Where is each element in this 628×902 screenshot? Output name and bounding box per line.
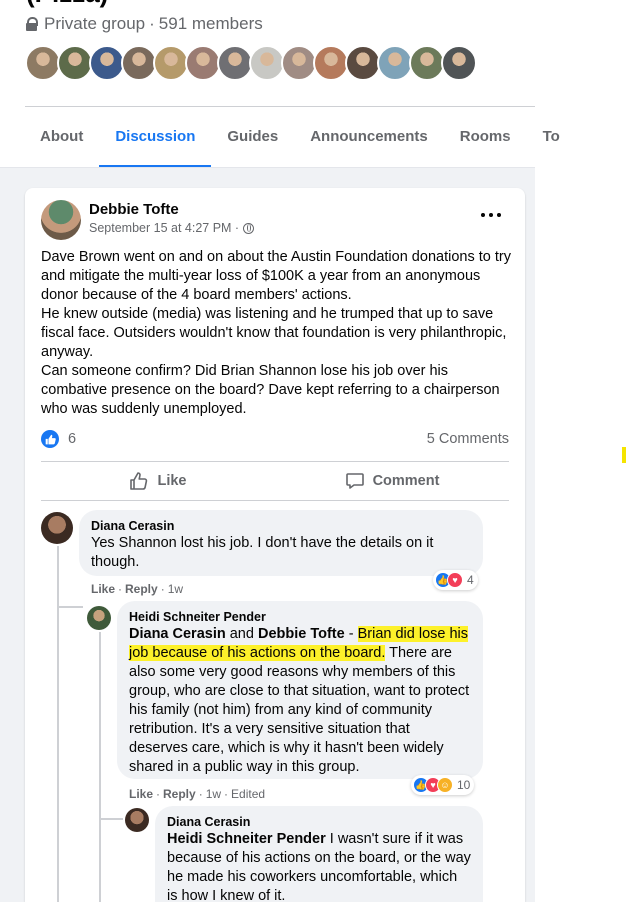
comment-button[interactable]: Comment bbox=[275, 462, 509, 500]
member-avatar[interactable] bbox=[409, 45, 445, 81]
reply-bubble: Heidi Schneiter Pender Diana Cerasin and… bbox=[117, 601, 483, 779]
comment-label: Comment bbox=[372, 473, 440, 489]
post-card: Debbie Tofte September 15 at 4:27 PM · D… bbox=[25, 188, 525, 902]
comment-like-button[interactable]: Like bbox=[91, 582, 115, 596]
lock-icon bbox=[26, 17, 38, 31]
comment-author[interactable]: Diana Cerasin bbox=[91, 518, 471, 534]
comment-icon bbox=[345, 473, 364, 489]
tab-guides[interactable]: Guides bbox=[211, 107, 294, 167]
tab-discussion[interactable]: Discussion bbox=[99, 107, 212, 168]
member-avatar[interactable] bbox=[441, 45, 477, 81]
member-avatar[interactable] bbox=[377, 45, 413, 81]
comment-actions: Like · Reply · 1w bbox=[91, 582, 183, 596]
tabs-overflow-fade bbox=[505, 107, 535, 167]
member-avatar[interactable] bbox=[345, 45, 381, 81]
mention-heidi[interactable]: Heidi Schneiter Pender bbox=[167, 831, 326, 847]
comment-bubble: Diana Cerasin Yes Shannon lost his job. … bbox=[79, 510, 483, 576]
separator: · bbox=[118, 582, 123, 596]
mention-diana[interactable]: Diana Cerasin bbox=[129, 626, 226, 642]
actions-divider bbox=[41, 500, 509, 501]
like-label: Like bbox=[157, 473, 187, 489]
comment-reactions[interactable]: 👍 ♥ 4 bbox=[433, 570, 478, 590]
joiner-text: and bbox=[225, 626, 258, 642]
like-reaction-icon[interactable] bbox=[41, 430, 59, 448]
member-avatar[interactable] bbox=[313, 45, 349, 81]
separator: · bbox=[156, 787, 161, 801]
member-avatar[interactable] bbox=[89, 45, 125, 81]
separator: · bbox=[160, 582, 165, 596]
post-author[interactable]: Debbie Tofte bbox=[89, 201, 179, 218]
comment-reply-button[interactable]: Reply bbox=[125, 582, 158, 596]
more-options-icon[interactable] bbox=[481, 205, 501, 225]
post-timestamp[interactable]: September 15 at 4:27 PM · bbox=[89, 221, 255, 235]
separator: · bbox=[224, 787, 229, 801]
comment-age[interactable]: 1w bbox=[168, 582, 183, 596]
like-button[interactable]: Like bbox=[41, 462, 275, 500]
reply-author[interactable]: Heidi Schneiter Pender bbox=[129, 609, 471, 625]
love-reaction-icon: ♥ bbox=[447, 572, 463, 588]
reply-author-avatar[interactable] bbox=[87, 606, 111, 630]
member-avatar[interactable] bbox=[57, 45, 93, 81]
member-count[interactable]: 591 members bbox=[159, 14, 263, 34]
member-avatar[interactable] bbox=[185, 45, 221, 81]
group-header: (Pizza) Private group · 591 members Abou… bbox=[0, 0, 560, 168]
reply-age[interactable]: 1w bbox=[206, 787, 221, 801]
member-avatar[interactable] bbox=[249, 45, 285, 81]
member-avatar[interactable] bbox=[217, 45, 253, 81]
edited-label: Edited bbox=[231, 787, 266, 801]
post-author-avatar[interactable] bbox=[41, 200, 81, 240]
meta-separator: · bbox=[149, 14, 155, 33]
thumbs-up-icon bbox=[130, 472, 148, 490]
reaction-count: 10 bbox=[457, 778, 471, 792]
nested-reply-author[interactable]: Diana Cerasin bbox=[167, 814, 471, 830]
highlighted-text-continued: job because of his actions on the board. bbox=[129, 645, 386, 661]
care-reaction-icon: ☺ bbox=[437, 777, 453, 793]
nested-reply-bubble: Diana Cerasin Heidi Schneiter Pender I w… bbox=[155, 806, 483, 902]
globe-icon bbox=[243, 222, 255, 234]
member-avatar[interactable] bbox=[281, 45, 317, 81]
member-avatars bbox=[25, 45, 477, 81]
highlighted-text: Brian did lose his bbox=[357, 626, 469, 642]
member-avatar[interactable] bbox=[121, 45, 157, 81]
reply-text: Diana Cerasin and Debbie Tofte - Brian d… bbox=[129, 625, 471, 777]
group-title: (Pizza) bbox=[26, 0, 108, 9]
page: (Pizza) Private group · 591 members Abou… bbox=[0, 0, 628, 902]
nested-reply-avatar[interactable] bbox=[125, 808, 149, 832]
tab-about[interactable]: About bbox=[24, 107, 99, 167]
group-tabs: About Discussion Guides Announcements Ro… bbox=[24, 107, 576, 168]
nested-reply-text: Heidi Schneiter Pender I wasn't sure if … bbox=[167, 830, 471, 902]
reply-rest-text: There are also some very good reasons wh… bbox=[129, 645, 470, 775]
member-avatar[interactable] bbox=[153, 45, 189, 81]
dot bbox=[497, 213, 501, 217]
thread-connector bbox=[57, 606, 83, 608]
post-stats: 6 5 Comments bbox=[41, 428, 509, 450]
reply-reactions[interactable]: 👍 ♥ ☺ 10 bbox=[411, 775, 475, 795]
separator: · bbox=[198, 787, 203, 801]
reply-like-button[interactable]: Like bbox=[129, 787, 153, 801]
reply-actions: Like · Reply · 1w · Edited bbox=[129, 787, 265, 801]
comment-count[interactable]: 5 Comments bbox=[427, 431, 509, 447]
mention-debbie[interactable]: Debbie Tofte bbox=[258, 626, 345, 642]
reply-reply-button[interactable]: Reply bbox=[163, 787, 196, 801]
comment-text: Yes Shannon lost his job. I don't have t… bbox=[91, 535, 434, 570]
post-actions: Like Comment bbox=[41, 462, 509, 500]
dot bbox=[489, 213, 493, 217]
nested-thread-line bbox=[99, 632, 101, 902]
commenter-avatar[interactable] bbox=[41, 512, 73, 544]
dash-text: - bbox=[344, 626, 358, 642]
post-time-text: September 15 at 4:27 PM · bbox=[89, 221, 240, 235]
member-avatar[interactable] bbox=[25, 45, 61, 81]
post-body: Dave Brown went on and on about the Aust… bbox=[41, 249, 511, 417]
tab-announcements[interactable]: Announcements bbox=[294, 107, 444, 167]
reaction-count: 4 bbox=[467, 573, 474, 587]
highlight-marker bbox=[622, 447, 626, 463]
like-count[interactable]: 6 bbox=[68, 431, 76, 447]
group-privacy: Private group bbox=[44, 14, 146, 33]
thread-line bbox=[57, 546, 59, 902]
nested-thread-connector bbox=[99, 818, 123, 820]
group-meta: Private group · 591 members bbox=[26, 14, 263, 34]
dot bbox=[481, 213, 485, 217]
